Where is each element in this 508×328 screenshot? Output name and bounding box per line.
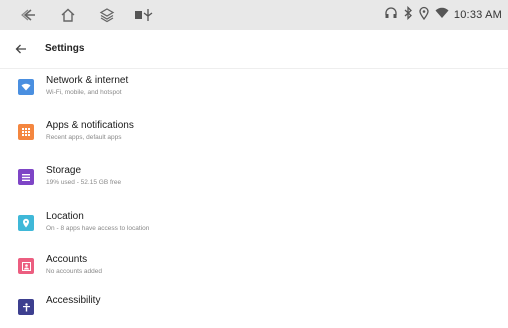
settings-item-title: Apps & notifications xyxy=(46,120,134,131)
settings-item-subtitle: Wi-Fi, mobile, and hotspot xyxy=(46,89,122,96)
apps-grid-icon xyxy=(18,124,34,140)
account-box-icon xyxy=(18,258,34,274)
wifi-icon xyxy=(18,79,34,95)
settings-item-title: Accounts xyxy=(46,254,88,265)
settings-item-subtitle: No accounts added xyxy=(46,268,103,275)
app-bar: Settings xyxy=(0,30,508,69)
storage-icon xyxy=(18,169,34,185)
location-icon xyxy=(418,6,430,25)
settings-item-apps[interactable]: Apps & notifications Recent apps, defaul… xyxy=(0,113,508,153)
wifi-icon xyxy=(435,6,449,24)
settings-item-subtitle: On - 8 apps have access to location xyxy=(46,225,150,232)
settings-item-accounts[interactable]: Accounts No accounts added xyxy=(0,247,508,287)
settings-item-title: Location xyxy=(46,211,84,222)
layers-icon[interactable] xyxy=(99,7,115,28)
settings-item-location[interactable]: Location On - 8 apps have access to loca… xyxy=(0,204,508,244)
arrow-back-icon xyxy=(15,44,26,54)
accessibility-icon xyxy=(18,299,34,315)
settings-item-accessibility[interactable]: Accessibility xyxy=(0,288,508,328)
back-nav-icon[interactable] xyxy=(20,7,38,28)
headset-icon xyxy=(384,6,398,25)
settings-item-title: Storage xyxy=(46,165,82,176)
settings-item-subtitle: Recent apps, default apps xyxy=(46,134,122,141)
settings-item-title: Network & internet xyxy=(46,75,129,86)
settings-item-network[interactable]: Network & internet Wi-Fi, mobile, and ho… xyxy=(0,68,508,108)
bluetooth-icon xyxy=(403,5,413,25)
home-icon[interactable] xyxy=(60,7,76,28)
back-button[interactable] xyxy=(10,38,32,60)
page-title: Settings xyxy=(45,43,85,54)
notification-icons xyxy=(134,7,156,28)
settings-item-title: Accessibility xyxy=(46,295,101,306)
clock: 10:33 AM xyxy=(453,9,502,21)
settings-item-subtitle: 19% used - 52.15 GB free xyxy=(46,179,122,186)
location-pin-icon xyxy=(18,215,34,231)
settings-item-storage[interactable]: Storage 19% used - 52.15 GB free xyxy=(0,158,508,198)
status-bar: 10:33 AM xyxy=(0,0,508,30)
